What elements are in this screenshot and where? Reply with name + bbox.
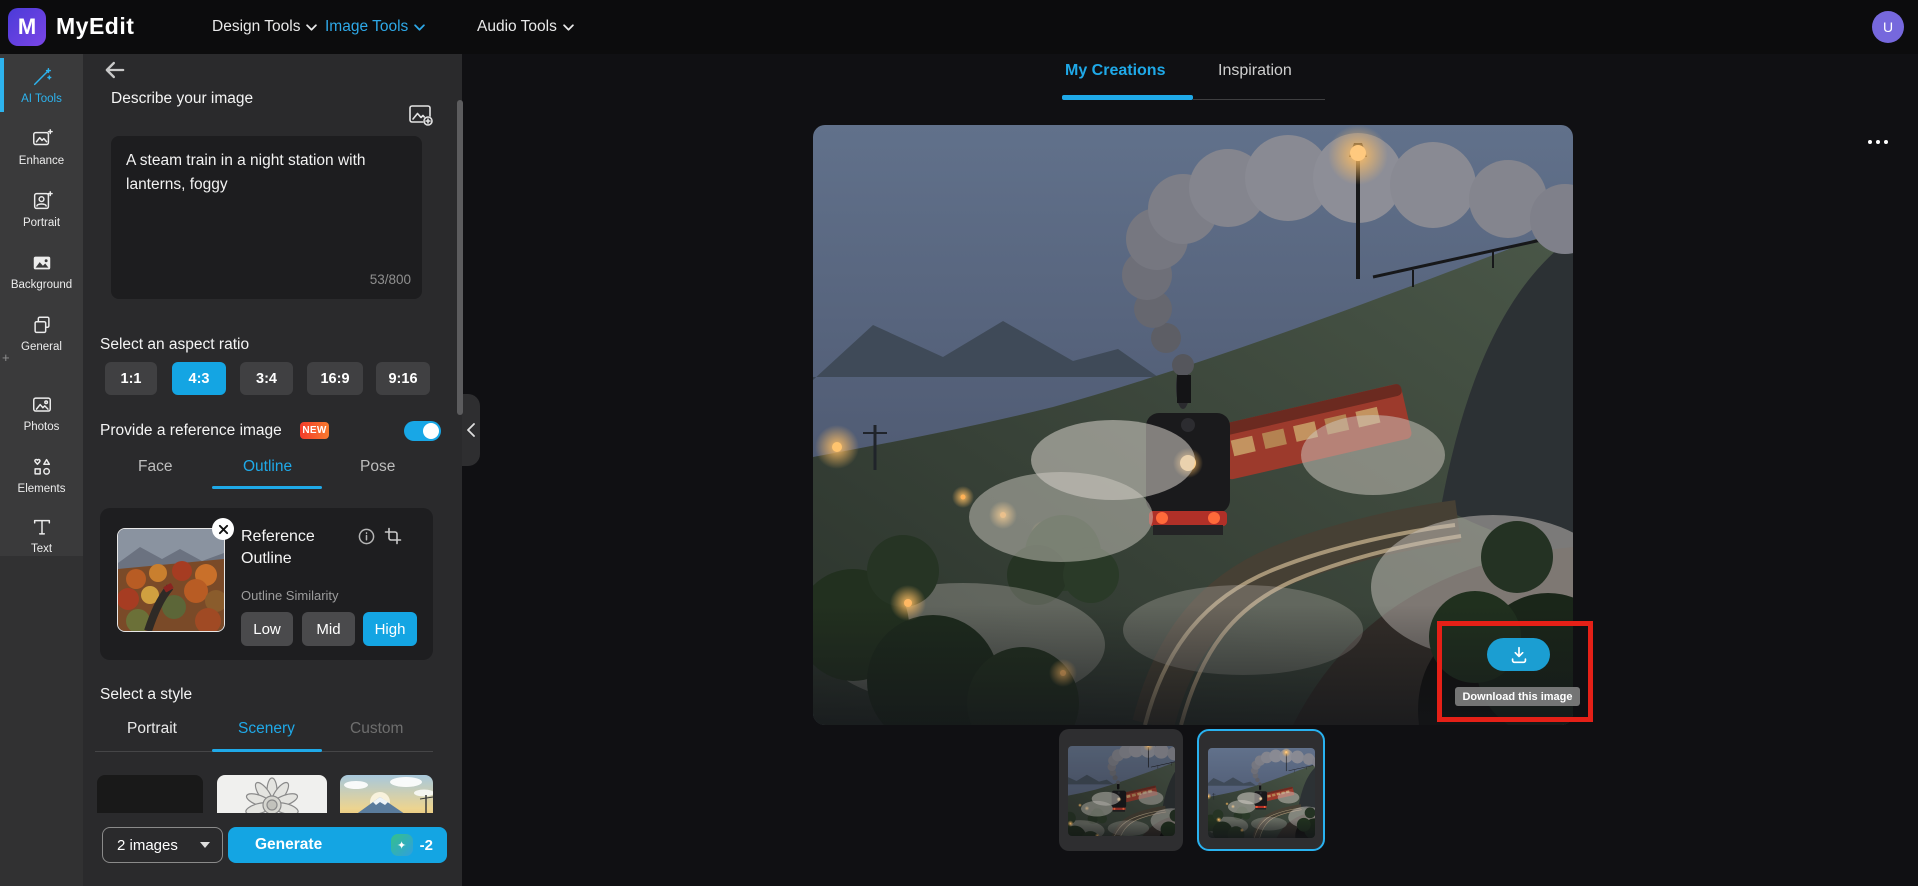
chevron-down-icon <box>563 24 574 31</box>
tab-my-creations[interactable]: My Creations <box>1065 62 1165 80</box>
reference-title: Reference Outline <box>241 526 315 571</box>
reference-card: Reference Outline Outline Similarity Low… <box>100 508 433 660</box>
sidebar-item-text[interactable]: Text <box>0 506 83 564</box>
myedit-logo-icon[interactable]: M <box>8 8 46 46</box>
aspect-16-9-button[interactable]: 16:9 <box>307 362 363 395</box>
tab-inspiration[interactable]: Inspiration <box>1218 62 1292 80</box>
sidebar-item-elements[interactable]: Elements <box>0 446 83 504</box>
image-sparkle-icon <box>31 128 53 150</box>
image-to-prompt-icon[interactable] <box>408 102 434 128</box>
menu-design-tools[interactable]: Design Tools <box>212 0 317 54</box>
portrait-icon <box>31 190 53 212</box>
sidebar-item-general[interactable]: General <box>0 304 83 362</box>
creation-thumb-2[interactable] <box>1197 729 1325 851</box>
panel-scrollbar[interactable] <box>457 100 463 415</box>
style-label: Select a style <box>100 686 192 704</box>
thumb-scene-1 <box>1068 746 1175 836</box>
caret-down-icon <box>200 842 210 848</box>
ai-image-panel: Describe your image A steam train in a n… <box>83 54 462 886</box>
similarity-mid-button[interactable]: Mid <box>302 612 355 646</box>
sidebar-item-enhance[interactable]: Enhance <box>0 118 83 176</box>
thumb-scene-2 <box>1208 748 1315 838</box>
crop-icon[interactable] <box>384 527 402 545</box>
similarity-high-button[interactable]: High <box>363 612 417 646</box>
tab-pose[interactable]: Pose <box>360 458 395 476</box>
reference-autumn-image <box>118 529 224 631</box>
info-icon[interactable] <box>358 528 375 545</box>
photo-icon <box>31 394 53 416</box>
outline-similarity-label: Outline Similarity <box>241 588 339 603</box>
generate-button[interactable]: Generate ✦ -2 <box>228 827 447 863</box>
aspect-4-3-button[interactable]: 4:3 <box>172 362 226 395</box>
chevron-down-icon <box>414 24 425 31</box>
panel-collapse-handle[interactable] <box>462 394 480 466</box>
sidebar-item-photos[interactable]: Photos <box>0 384 83 442</box>
brand-title[interactable]: MyEdit <box>56 13 134 40</box>
download-icon <box>1508 644 1530 666</box>
highlight-box <box>1437 621 1593 722</box>
tab-face[interactable]: Face <box>138 458 172 476</box>
similarity-low-button[interactable]: Low <box>241 612 293 646</box>
back-arrow-icon[interactable] <box>101 56 131 86</box>
chevron-down-icon <box>306 24 317 31</box>
my-creations-underline <box>1062 95 1193 100</box>
aspect-ratio-label: Select an aspect ratio <box>100 336 249 354</box>
sidebar-item-background[interactable]: Background <box>0 242 83 300</box>
shapes-icon <box>31 456 53 478</box>
image-count-dropdown[interactable]: 2 images <box>102 827 223 863</box>
download-tooltip: Download this image <box>1455 687 1580 706</box>
tab-style-scenery[interactable]: Scenery <box>238 720 295 738</box>
more-options-icon[interactable] <box>1864 134 1892 150</box>
reference-toggle[interactable] <box>404 421 441 441</box>
sidebar-item-portrait[interactable]: Portrait <box>0 180 83 238</box>
menu-audio-tools[interactable]: Audio Tools <box>477 0 574 54</box>
magic-wand-icon <box>31 66 53 88</box>
tab-outline[interactable]: Outline <box>243 458 292 476</box>
credit-cost: -2 <box>420 837 433 854</box>
char-counter: 53/800 <box>291 272 411 287</box>
tool-sidebar: AI Tools Enhance Portrait Background Gen… <box>0 54 83 886</box>
creation-thumb-1[interactable] <box>1059 729 1183 851</box>
reference-thumbnail[interactable] <box>117 528 225 632</box>
tab-style-portrait[interactable]: Portrait <box>127 720 177 738</box>
new-badge: NEW <box>300 422 329 439</box>
sidebar-item-ai-tools[interactable]: AI Tools <box>0 56 83 114</box>
tab-style-custom[interactable]: Custom <box>350 720 403 738</box>
reference-label: Provide a reference image <box>100 422 282 440</box>
outline-tab-underline <box>212 486 322 489</box>
top-navbar: M MyEdit Design Tools Image Tools Audio … <box>0 0 1918 54</box>
panel-bottom-bar: 2 images Generate ✦ -2 <box>83 813 462 886</box>
scenery-tab-underline <box>212 749 322 752</box>
aspect-1-1-button[interactable]: 1:1 <box>105 362 157 395</box>
download-button[interactable] <box>1487 638 1550 671</box>
aspect-3-4-button[interactable]: 3:4 <box>240 362 293 395</box>
layers-icon <box>31 314 53 336</box>
credit-gem-icon: ✦ <box>391 834 413 856</box>
menu-image-tools[interactable]: Image Tools <box>325 0 425 54</box>
user-avatar[interactable]: U <box>1872 11 1904 43</box>
aspect-9-16-button[interactable]: 9:16 <box>376 362 430 395</box>
close-icon[interactable] <box>212 518 234 540</box>
myedit-app: M MyEdit Design Tools Image Tools Audio … <box>0 0 1918 886</box>
describe-label: Describe your image <box>111 90 253 108</box>
background-image-icon <box>31 252 53 274</box>
sidebar-add-icon[interactable]: + <box>2 350 10 365</box>
text-icon <box>31 516 53 538</box>
